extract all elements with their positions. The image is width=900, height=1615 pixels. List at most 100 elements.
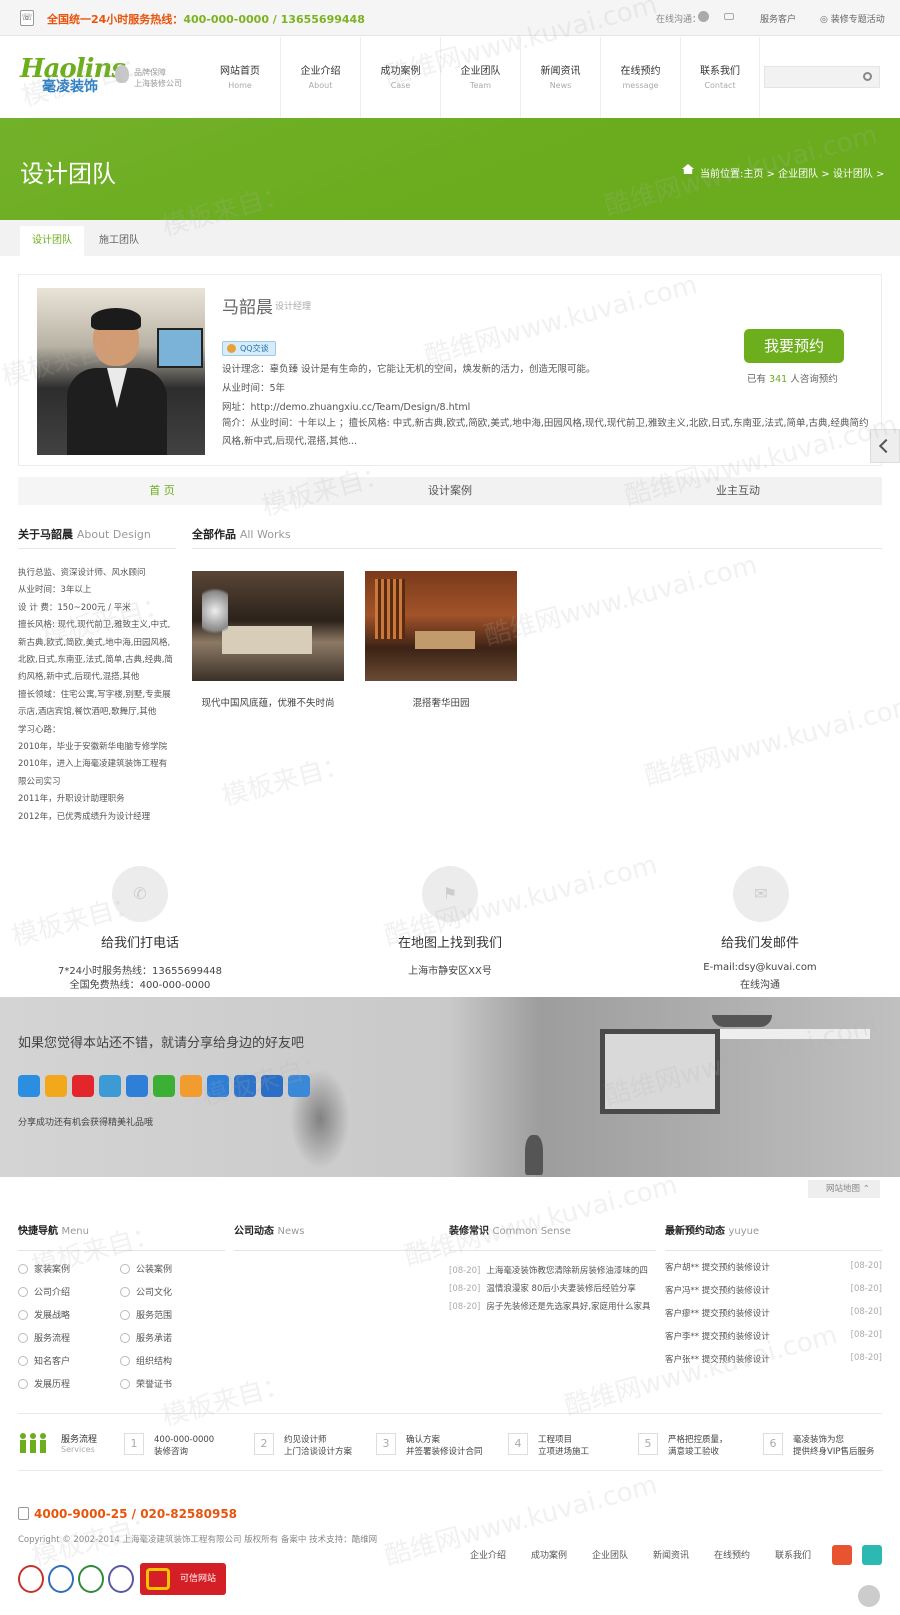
- footer-nav-link[interactable]: 企业团队: [592, 1548, 628, 1561]
- quick-nav-link[interactable]: 服务承诺: [120, 1331, 172, 1344]
- search-icon[interactable]: [863, 72, 872, 81]
- quick-nav-link[interactable]: 服务流程: [18, 1331, 70, 1344]
- wechat-icon[interactable]: [724, 13, 734, 20]
- add-share-icon[interactable]: [18, 1075, 40, 1097]
- phone-icon: [18, 1507, 29, 1520]
- qq-icon[interactable]: [207, 1075, 229, 1097]
- work-caption[interactable]: 现代中国风底蕴，优雅不失时尚: [192, 695, 344, 709]
- designer-name: 马韶晨: [222, 298, 273, 318]
- search-input[interactable]: [765, 67, 857, 87]
- nav-news[interactable]: 新闻资讯 News: [520, 37, 600, 119]
- phone-icon: ☏: [20, 10, 34, 26]
- about-line: 2012年，已优秀成绩升为设计经理: [18, 811, 151, 822]
- common-sense-title: 装修常识 Common Sense: [449, 1226, 571, 1237]
- brand-badge-line1: 品牌保障: [134, 68, 166, 77]
- mail-icon: ✉: [733, 866, 789, 922]
- step-line: 装修咨询: [154, 1447, 189, 1457]
- nav-team[interactable]: 企业团队 Team: [440, 37, 520, 119]
- footer-nav-link[interactable]: 在线预约: [714, 1548, 750, 1561]
- tab-owner-interaction[interactable]: 业主互动: [594, 477, 882, 505]
- police-badge-icon[interactable]: [18, 1565, 44, 1593]
- news-title[interactable]: 上海毫凌装饰教您清除新房装修油漆味的四: [486, 1266, 648, 1276]
- nav-contact[interactable]: 联系我们 Contact: [680, 37, 760, 119]
- side-collapse-tab[interactable]: [870, 429, 900, 463]
- nav-message[interactable]: 在线预约 message: [600, 37, 680, 119]
- quick-nav-link[interactable]: 服务范围: [120, 1308, 172, 1321]
- quick-nav-link[interactable]: 家装案例: [18, 1262, 70, 1275]
- back-to-top-icon[interactable]: [858, 1585, 880, 1607]
- work-thumbnail[interactable]: [365, 571, 517, 681]
- qzone-icon[interactable]: [45, 1075, 67, 1097]
- news-item[interactable]: [08-20] 房子先装修还是先选家具好,家庭用什么家具: [449, 1300, 651, 1312]
- news-title[interactable]: 温情浪漫家 80后小夫妻装修后经验分享: [486, 1284, 636, 1294]
- renren-icon[interactable]: [126, 1075, 148, 1097]
- book-appointment-button[interactable]: 我要预约: [744, 329, 844, 363]
- tab-construction-team[interactable]: 施工团队: [87, 226, 151, 256]
- weibo-icon[interactable]: [72, 1075, 94, 1097]
- special-activity-link[interactable]: ◎ 装修专题活动: [820, 12, 885, 25]
- page-banner: 设计团队 当前位置:主页 > 企业团队 > 设计团队 >: [0, 118, 900, 220]
- news-title[interactable]: 房子先装修还是先选家具好,家庭用什么家具: [486, 1302, 650, 1312]
- work-caption[interactable]: 混搭奢华田园: [365, 695, 517, 709]
- background-vase: [525, 1135, 543, 1175]
- online-chat-link[interactable]: 在线沟通: [660, 976, 860, 991]
- quick-nav-link[interactable]: 公装案例: [120, 1262, 172, 1275]
- header: Haolins 毫凌装饰 品牌保障 上海装修公司 网站首页 Home 企业介绍 Ab…: [0, 37, 900, 119]
- footer-nav-link[interactable]: 成功案例: [531, 1548, 567, 1561]
- quick-nav-link[interactable]: 组织结构: [120, 1354, 172, 1367]
- work-item[interactable]: 混搭奢华田园: [365, 571, 517, 709]
- qq-chat-button[interactable]: QQ交谈: [222, 341, 276, 356]
- service-link[interactable]: 服务客户: [760, 12, 796, 25]
- step-number: 6: [763, 1433, 783, 1455]
- baidu-icon[interactable]: [261, 1075, 283, 1097]
- nav-case[interactable]: 成功案例 Case: [360, 37, 440, 119]
- quick-nav-link[interactable]: 发展历程: [18, 1377, 70, 1390]
- booking-date: [08-20]: [850, 1353, 882, 1363]
- design-idea: 设计理念：辜负臻 设计是有生命的，它能让无机的空间，焕发新的活力，创造无限可能。: [222, 364, 596, 375]
- security-badge-icon[interactable]: [48, 1565, 74, 1593]
- quick-nav-link[interactable]: 公司文化: [120, 1285, 172, 1298]
- sitemap-toggle[interactable]: 网站地图 ⌃: [808, 1180, 880, 1198]
- quick-nav-link[interactable]: 知名客户: [18, 1354, 70, 1367]
- about-line: 擅长风格: 现代,现代前卫,雅致主义,中式,: [18, 620, 171, 631]
- wechat-icon[interactable]: [153, 1075, 175, 1097]
- people-icon: [18, 1432, 48, 1454]
- tab-home[interactable]: 首 页: [18, 477, 306, 505]
- news-date: [08-20]: [449, 1284, 481, 1294]
- tencent-weibo-icon[interactable]: [862, 1545, 882, 1565]
- weibo-icon[interactable]: [832, 1545, 852, 1565]
- copy-icon[interactable]: [288, 1075, 310, 1097]
- booking-date: [08-20]: [850, 1261, 882, 1271]
- step-number: 1: [124, 1433, 144, 1455]
- certification-badge-icon[interactable]: [78, 1565, 104, 1593]
- news-item[interactable]: [08-20] 上海毫凌装饰教您清除新房装修油漆味的四: [449, 1264, 648, 1276]
- work-item[interactable]: 现代中国风底蕴，优雅不失时尚: [192, 571, 344, 709]
- quick-nav-link[interactable]: 荣誉证书: [120, 1377, 172, 1390]
- douban-icon[interactable]: [234, 1075, 256, 1097]
- booking-text: 客户李** 提交预约装修设计: [665, 1332, 770, 1342]
- breadcrumb[interactable]: 当前位置:主页 > 企业团队 > 设计团队 >: [700, 165, 884, 180]
- tencent-icon[interactable]: [180, 1075, 202, 1097]
- nav-home[interactable]: 网站首页 Home: [200, 37, 280, 119]
- trusted-site-badge[interactable]: 可信网站: [140, 1563, 226, 1595]
- footer-nav-link[interactable]: 联系我们: [775, 1548, 811, 1561]
- service-process: 服务流程 Services 1 400-000-0000 装修咨询 2 约见设计师 上门洽…: [18, 1413, 882, 1471]
- qq-icon: [227, 344, 236, 353]
- nav-about[interactable]: 企业介绍 About: [280, 37, 360, 119]
- watermark-text: 酷维网www.kuvai.com: [401, 1170, 681, 1272]
- news-item[interactable]: [08-20] 温情浪漫家 80后小夫妻装修后经验分享: [449, 1282, 636, 1294]
- step-line: 满意竣工验收: [668, 1447, 720, 1457]
- tab-design-cases[interactable]: 设计案例: [306, 477, 594, 505]
- divider: [665, 1250, 882, 1251]
- services-title: 服务流程: [61, 1435, 98, 1445]
- work-thumbnail[interactable]: [192, 571, 344, 681]
- tab-design-team[interactable]: 设计团队: [20, 226, 84, 256]
- footer-nav-link[interactable]: 企业介绍: [470, 1548, 506, 1561]
- footer-nav-link[interactable]: 新闻资讯: [653, 1548, 689, 1561]
- quick-nav-link[interactable]: 公司介绍: [18, 1285, 70, 1298]
- quick-nav-link[interactable]: 发展战略: [18, 1308, 70, 1321]
- trust-badge-icon[interactable]: [108, 1565, 134, 1593]
- qq-icon[interactable]: [698, 11, 709, 22]
- step-number: 5: [638, 1433, 658, 1455]
- pengyou-icon[interactable]: [99, 1075, 121, 1097]
